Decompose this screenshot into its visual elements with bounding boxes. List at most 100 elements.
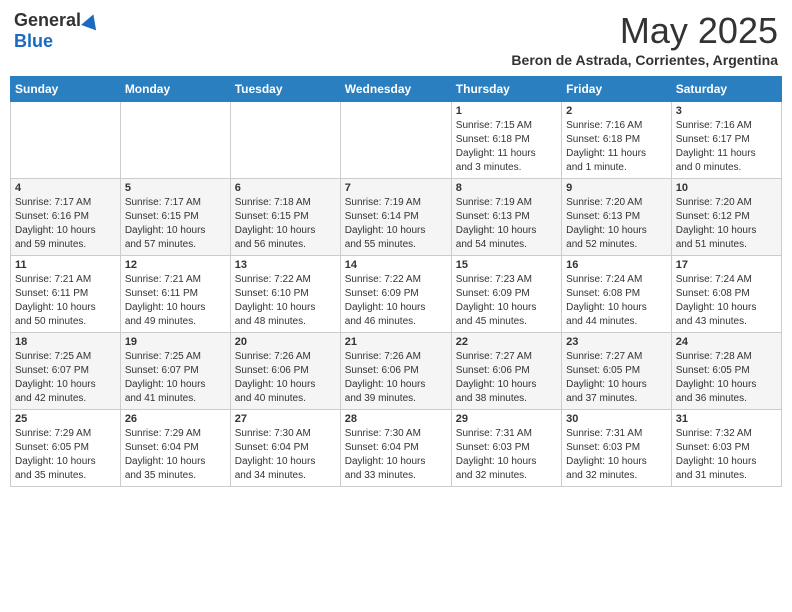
calendar-day-cell: 2Sunrise: 7:16 AM Sunset: 6:18 PM Daylig… (562, 102, 672, 179)
day-number: 12 (125, 259, 226, 271)
weekday-header-cell: Sunday (11, 77, 121, 102)
day-info: Sunrise: 7:22 AM Sunset: 6:10 PM Dayligh… (235, 273, 336, 329)
calendar-week-row: 11 Sunrise: 7:21 AM Sunset: 6:11 PM Dayli… (11, 256, 782, 333)
day-info: Sunrise: 7:29 AM Sunset: 6:04 PM Dayligh… (125, 427, 226, 483)
weekday-header-cell: Wednesday (340, 77, 451, 102)
calendar-day-cell: 22 Sunrise: 7:27 AM Sunset: 6:06 PM Dayli… (451, 333, 561, 410)
day-info: Sunrise: 7:19 AM Sunset: 6:14 PM Dayligh… (345, 196, 447, 252)
day-info: Sunrise: 7:22 AM Sunset: 6:09 PM Dayligh… (345, 273, 447, 329)
day-info: Sunrise: 7:17 AM Sunset: 6:16 PM Dayligh… (15, 196, 116, 252)
day-info: Sunrise: 7:20 AM Sunset: 6:13 PM Dayligh… (566, 196, 667, 252)
calendar-day-cell: 12 Sunrise: 7:21 AM Sunset: 6:11 PM Dayli… (120, 256, 230, 333)
day-info: Sunrise: 7:19 AM Sunset: 6:13 PM Dayligh… (456, 196, 557, 252)
calendar-day-cell: 28Sunrise: 7:30 AM Sunset: 6:04 PM Dayli… (340, 410, 451, 487)
calendar-day-cell: 24 Sunrise: 7:28 AM Sunset: 6:05 PM Dayli… (671, 333, 781, 410)
day-info: Sunrise: 7:24 AM Sunset: 6:08 PM Dayligh… (566, 273, 667, 329)
calendar-day-cell: 14 Sunrise: 7:22 AM Sunset: 6:09 PM Dayli… (340, 256, 451, 333)
day-number: 6 (235, 182, 336, 194)
day-info: Sunrise: 7:21 AM Sunset: 6:11 PM Dayligh… (15, 273, 116, 329)
calendar-day-cell: 25Sunrise: 7:29 AM Sunset: 6:05 PM Dayli… (11, 410, 121, 487)
day-info: Sunrise: 7:20 AM Sunset: 6:12 PM Dayligh… (676, 196, 777, 252)
calendar-day-cell: 9 Sunrise: 7:20 AM Sunset: 6:13 PM Daylig… (562, 179, 672, 256)
day-number: 20 (235, 336, 336, 348)
calendar-day-cell (340, 102, 451, 179)
calendar-week-row: 1Sunrise: 7:15 AM Sunset: 6:18 PM Daylig… (11, 102, 782, 179)
calendar-table: SundayMondayTuesdayWednesdayThursdayFrid… (10, 76, 782, 487)
day-number: 10 (676, 182, 777, 194)
day-number: 18 (15, 336, 116, 348)
day-number: 11 (15, 259, 116, 271)
calendar-day-cell: 4 Sunrise: 7:17 AM Sunset: 6:16 PM Daylig… (11, 179, 121, 256)
logo-blue-text: Blue (14, 31, 53, 52)
calendar-day-cell: 27 Sunrise: 7:30 AM Sunset: 6:04 PM Dayli… (230, 410, 340, 487)
day-info: Sunrise: 7:21 AM Sunset: 6:11 PM Dayligh… (125, 273, 226, 329)
calendar-day-cell: 1Sunrise: 7:15 AM Sunset: 6:18 PM Daylig… (451, 102, 561, 179)
day-number: 23 (566, 336, 667, 348)
day-info: Sunrise: 7:25 AM Sunset: 6:07 PM Dayligh… (15, 350, 116, 406)
day-info: Sunrise: 7:28 AM Sunset: 6:05 PM Dayligh… (676, 350, 777, 406)
calendar-day-cell: 10 Sunrise: 7:20 AM Sunset: 6:12 PM Dayli… (671, 179, 781, 256)
day-number: 16 (566, 259, 667, 271)
day-info: Sunrise: 7:18 AM Sunset: 6:15 PM Dayligh… (235, 196, 336, 252)
day-info: Sunrise: 7:23 AM Sunset: 6:09 PM Dayligh… (456, 273, 557, 329)
month-title: May 2025 (511, 10, 778, 52)
page-header: General Blue May 2025 Beron de Astrada, … (10, 10, 782, 68)
calendar-day-cell: 31 Sunrise: 7:32 AM Sunset: 6:03 PM Dayli… (671, 410, 781, 487)
calendar-day-cell: 7 Sunrise: 7:19 AM Sunset: 6:14 PM Daylig… (340, 179, 451, 256)
day-number: 3 (676, 105, 777, 117)
day-number: 14 (345, 259, 447, 271)
calendar-day-cell: 15 Sunrise: 7:23 AM Sunset: 6:09 PM Dayli… (451, 256, 561, 333)
calendar-day-cell (230, 102, 340, 179)
day-number: 7 (345, 182, 447, 194)
day-number: 19 (125, 336, 226, 348)
day-info: Sunrise: 7:24 AM Sunset: 6:08 PM Dayligh… (676, 273, 777, 329)
calendar-day-cell: 8 Sunrise: 7:19 AM Sunset: 6:13 PM Daylig… (451, 179, 561, 256)
calendar-day-cell: 29Sunrise: 7:31 AM Sunset: 6:03 PM Dayli… (451, 410, 561, 487)
day-number: 4 (15, 182, 116, 194)
day-info: Sunrise: 7:17 AM Sunset: 6:15 PM Dayligh… (125, 196, 226, 252)
calendar-day-cell: 5Sunrise: 7:17 AM Sunset: 6:15 PM Daylig… (120, 179, 230, 256)
calendar-day-cell: 6 Sunrise: 7:18 AM Sunset: 6:15 PM Daylig… (230, 179, 340, 256)
day-info: Sunrise: 7:25 AM Sunset: 6:07 PM Dayligh… (125, 350, 226, 406)
calendar-day-cell: 16 Sunrise: 7:24 AM Sunset: 6:08 PM Dayli… (562, 256, 672, 333)
day-number: 24 (676, 336, 777, 348)
day-number: 25 (15, 413, 116, 425)
calendar-day-cell: 21 Sunrise: 7:26 AM Sunset: 6:06 PM Dayli… (340, 333, 451, 410)
day-info: Sunrise: 7:15 AM Sunset: 6:18 PM Dayligh… (456, 119, 557, 175)
day-number: 15 (456, 259, 557, 271)
day-info: Sunrise: 7:16 AM Sunset: 6:18 PM Dayligh… (566, 119, 667, 175)
day-number: 28 (345, 413, 447, 425)
calendar-day-cell: 17 Sunrise: 7:24 AM Sunset: 6:08 PM Dayli… (671, 256, 781, 333)
day-info: Sunrise: 7:16 AM Sunset: 6:17 PM Dayligh… (676, 119, 777, 175)
calendar-day-cell: 19 Sunrise: 7:25 AM Sunset: 6:07 PM Dayli… (120, 333, 230, 410)
day-info: Sunrise: 7:26 AM Sunset: 6:06 PM Dayligh… (235, 350, 336, 406)
calendar-week-row: 18 Sunrise: 7:25 AM Sunset: 6:07 PM Dayli… (11, 333, 782, 410)
logo-general-text: General (14, 10, 81, 31)
day-number: 29 (456, 413, 557, 425)
day-number: 9 (566, 182, 667, 194)
day-number: 21 (345, 336, 447, 348)
day-info: Sunrise: 7:32 AM Sunset: 6:03 PM Dayligh… (676, 427, 777, 483)
calendar-week-row: 25Sunrise: 7:29 AM Sunset: 6:05 PM Dayli… (11, 410, 782, 487)
day-number: 17 (676, 259, 777, 271)
calendar-body: 1Sunrise: 7:15 AM Sunset: 6:18 PM Daylig… (11, 102, 782, 487)
logo-triangle-icon (81, 11, 101, 30)
day-number: 8 (456, 182, 557, 194)
title-section: May 2025 Beron de Astrada, Corrientes, A… (511, 10, 778, 68)
day-info: Sunrise: 7:26 AM Sunset: 6:06 PM Dayligh… (345, 350, 447, 406)
weekday-header-cell: Monday (120, 77, 230, 102)
calendar-day-cell: 30Sunrise: 7:31 AM Sunset: 6:03 PM Dayli… (562, 410, 672, 487)
calendar-day-cell: 11 Sunrise: 7:21 AM Sunset: 6:11 PM Dayli… (11, 256, 121, 333)
weekday-header-cell: Tuesday (230, 77, 340, 102)
weekday-header-row: SundayMondayTuesdayWednesdayThursdayFrid… (11, 77, 782, 102)
day-number: 22 (456, 336, 557, 348)
day-info: Sunrise: 7:27 AM Sunset: 6:06 PM Dayligh… (456, 350, 557, 406)
weekday-header-cell: Thursday (451, 77, 561, 102)
calendar-day-cell: 20 Sunrise: 7:26 AM Sunset: 6:06 PM Dayli… (230, 333, 340, 410)
day-number: 31 (676, 413, 777, 425)
day-info: Sunrise: 7:30 AM Sunset: 6:04 PM Dayligh… (235, 427, 336, 483)
day-number: 27 (235, 413, 336, 425)
weekday-header-cell: Friday (562, 77, 672, 102)
location-subtitle: Beron de Astrada, Corrientes, Argentina (511, 52, 778, 68)
day-number: 30 (566, 413, 667, 425)
